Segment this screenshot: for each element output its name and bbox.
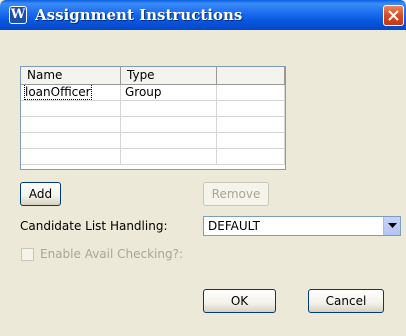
table-cell-type[interactable] — [121, 149, 217, 165]
table-cell-extra[interactable] — [217, 133, 285, 149]
table-header: Name Type — [21, 67, 285, 85]
remove-button[interactable]: Remove — [203, 182, 269, 206]
close-button[interactable] — [383, 5, 404, 26]
assignment-instructions-dialog: W Assignment Instructions Name Type loan… — [0, 0, 406, 336]
table-cell-type[interactable] — [121, 117, 217, 133]
cancel-button[interactable]: Cancel — [308, 289, 384, 313]
column-header-name[interactable]: Name — [21, 67, 121, 85]
table-cell-name[interactable] — [21, 149, 121, 165]
candidate-list-select[interactable]: DEFAULT — [203, 216, 401, 236]
table-cell-extra[interactable] — [217, 117, 285, 133]
table-cell-extra[interactable] — [217, 85, 285, 101]
enable-avail-checkbox[interactable] — [21, 248, 34, 261]
chevron-down-icon — [388, 223, 397, 228]
title-bar[interactable]: W Assignment Instructions — [0, 0, 406, 30]
column-header-extra[interactable] — [217, 67, 285, 85]
app-logo-icon: W — [9, 6, 27, 24]
table-row[interactable] — [21, 101, 285, 117]
add-button[interactable]: Add — [20, 182, 61, 206]
table-cell-extra[interactable] — [217, 101, 285, 117]
dropdown-arrow-button[interactable] — [383, 217, 400, 235]
assignment-table[interactable]: Name Type loanOfficer Group — [20, 66, 286, 170]
table-cell-type[interactable]: Group — [121, 85, 217, 101]
table-cell-name[interactable] — [21, 133, 121, 149]
enable-avail-label: Enable Avail Checking?: — [40, 247, 184, 261]
table-row[interactable] — [21, 117, 285, 133]
close-icon — [388, 10, 399, 21]
table-cell-name[interactable]: loanOfficer — [21, 85, 121, 101]
table-cell-extra[interactable] — [217, 149, 285, 165]
table-row[interactable]: loanOfficer Group — [21, 85, 285, 101]
table-cell-type[interactable] — [121, 133, 217, 149]
column-header-type[interactable]: Type — [121, 67, 217, 85]
window-title: Assignment Instructions — [35, 6, 243, 24]
candidate-list-value: DEFAULT — [208, 219, 260, 233]
table-cell-name[interactable] — [21, 117, 121, 133]
table-cell-name[interactable] — [21, 101, 121, 117]
table-cell-type[interactable] — [121, 101, 217, 117]
ok-button[interactable]: OK — [203, 289, 276, 313]
table-row[interactable] — [21, 149, 285, 165]
table-row[interactable] — [21, 133, 285, 149]
candidate-list-label: Candidate List Handling: — [20, 219, 168, 233]
